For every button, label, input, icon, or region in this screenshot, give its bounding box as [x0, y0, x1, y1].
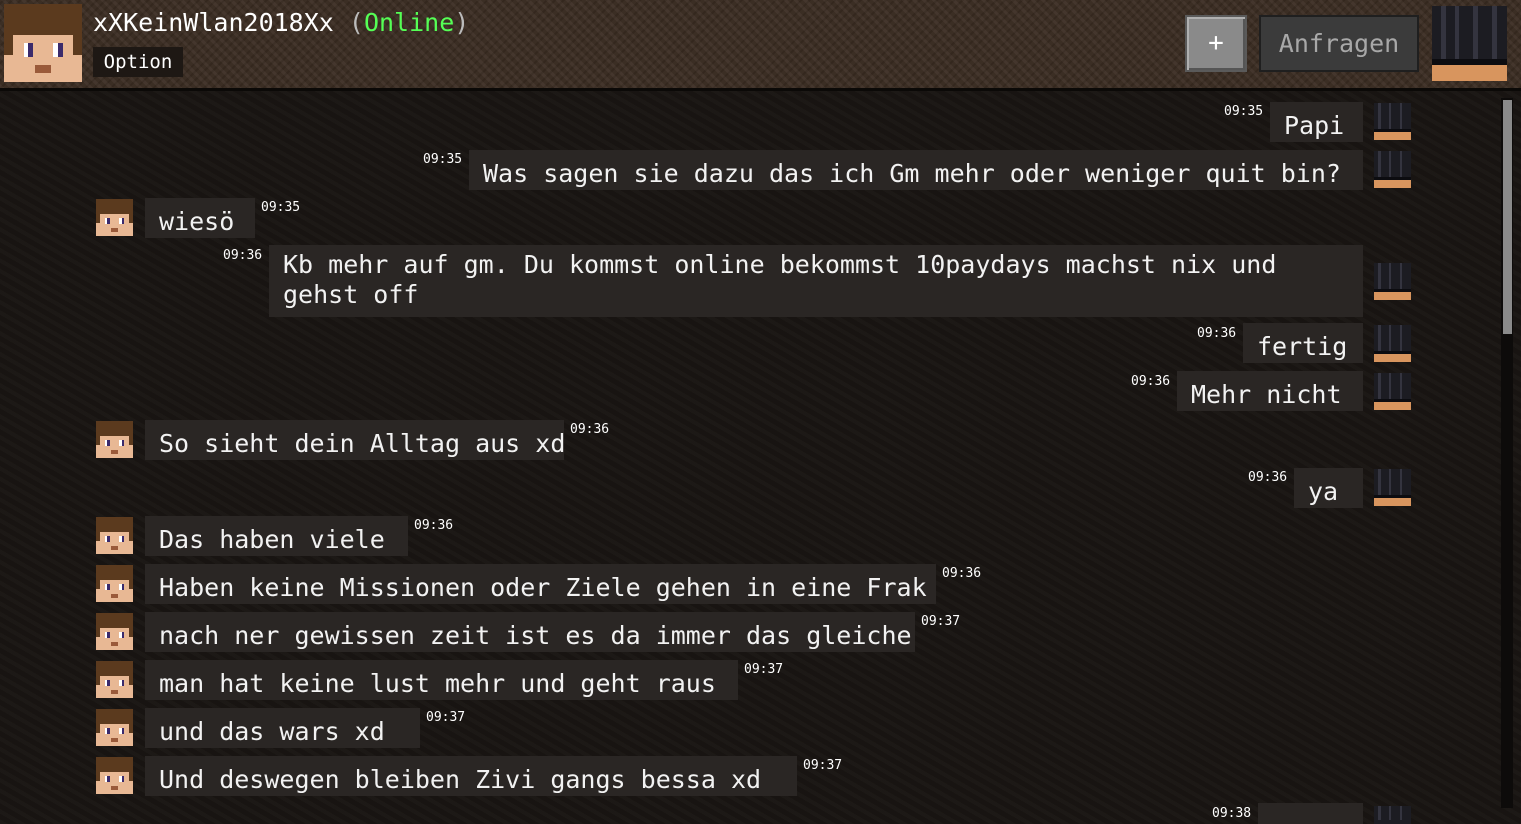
message-time: 09:36 [570, 422, 610, 437]
friend-avatar-icon [96, 613, 133, 650]
message-bubble: und das wars xd [145, 708, 420, 748]
friend-name: xXKeinWlan2018Xx (Online) [93, 8, 470, 37]
message-bubble: nach ner gewissen zeit ist es da immer d… [145, 612, 915, 652]
message-bubble: fertig [1243, 323, 1363, 363]
message-time: 09:36 [1197, 326, 1237, 341]
message-time: 09:38 [1212, 806, 1252, 821]
friend-avatar-icon [4, 4, 82, 82]
own-avatar-icon [1374, 263, 1411, 300]
message-bubble: ya [1294, 468, 1363, 508]
message-time: 09:37 [803, 758, 843, 773]
friend-avatar-icon [96, 661, 133, 698]
message-bubble: man hat keine lust mehr und geht raus [145, 660, 738, 700]
own-avatar-icon [1374, 103, 1411, 140]
message-time: 09:35 [1224, 104, 1264, 119]
add-button[interactable]: + [1185, 15, 1247, 72]
message-bubble: Papi [1270, 102, 1363, 142]
chat-header: xXKeinWlan2018Xx (Online) Option + Anfra… [0, 0, 1521, 88]
option-button[interactable]: Option [93, 47, 183, 77]
message-bubble: Kb mehr auf gm. Du kommst online bekomms… [269, 245, 1363, 317]
requests-button[interactable]: Anfragen [1259, 15, 1419, 72]
message-time: 09:36 [942, 566, 982, 581]
message-time: 09:37 [744, 662, 784, 677]
message-bubble: Was sagen sie dazu das ich Gm mehr oder … [469, 150, 1363, 190]
own-avatar-icon [1432, 6, 1507, 81]
message-time: 09:36 [1248, 470, 1288, 485]
message-bubble: Haben keine Missionen oder Ziele gehen i… [145, 564, 936, 604]
message-time: 09:35 [261, 200, 301, 215]
friend-avatar-icon [96, 709, 133, 746]
message-bubble: Das haben viele [145, 516, 408, 556]
message-bubble: So sieht dein Alltag aus xd [145, 420, 565, 460]
own-avatar-icon [1374, 373, 1411, 410]
username-text: xXKeinWlan2018Xx [93, 8, 334, 37]
own-avatar-icon [1374, 325, 1411, 362]
message-time: 09:37 [426, 710, 466, 725]
message-time: 09:36 [1131, 374, 1171, 389]
message-bubble: Und deswegen bleiben Zivi gangs bessa xd [145, 756, 797, 796]
message-time: 09:36 [414, 518, 454, 533]
own-avatar-icon [1374, 469, 1411, 506]
message-bubble: wiesö [145, 198, 255, 238]
friend-avatar-icon [96, 565, 133, 602]
message-time: 09:35 [423, 152, 463, 167]
own-avatar-icon [1374, 151, 1411, 188]
friend-avatar-icon [96, 199, 133, 236]
friend-avatar-icon [96, 517, 133, 554]
message-time: 09:36 [223, 248, 263, 263]
message-time: 09:37 [921, 614, 961, 629]
friend-avatar-icon [96, 421, 133, 458]
message-bubble: Mehr nicht [1177, 371, 1363, 411]
message-bubble [1258, 803, 1363, 824]
scrollbar-thumb[interactable] [1503, 100, 1512, 334]
online-status: Online [363, 8, 455, 37]
own-avatar-icon [1374, 806, 1411, 824]
friend-avatar-icon [96, 757, 133, 794]
